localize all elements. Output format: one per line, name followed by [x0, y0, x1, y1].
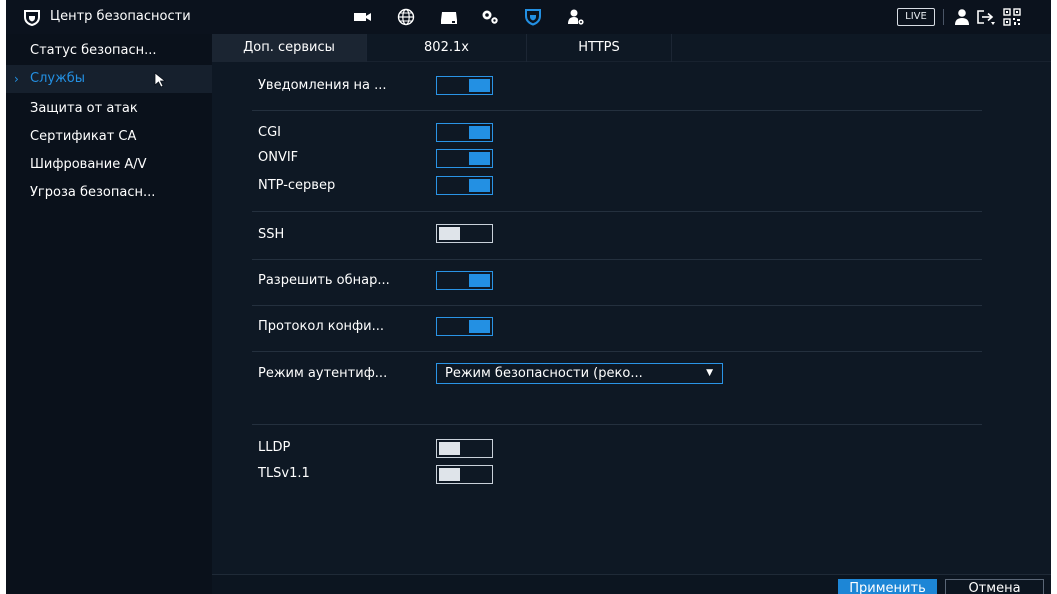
divider	[252, 110, 982, 111]
settings-icon[interactable]	[480, 8, 500, 26]
dropdown-arrow-icon: ▼	[706, 368, 713, 378]
toggle-knob	[439, 442, 460, 455]
cgi-label: CGI	[258, 125, 281, 140]
camera-icon[interactable]	[353, 8, 373, 26]
sidebar: Статус безопасн... › Службы Защита от ат…	[6, 34, 212, 594]
ssh-toggle[interactable]	[436, 224, 493, 243]
tls-label: TLSv1.1	[258, 466, 310, 481]
apply-button[interactable]: Применить	[838, 579, 937, 594]
allow-discovery-label: Разрешить обнар...	[258, 273, 390, 288]
mouse-pointer-icon	[154, 72, 167, 88]
divider	[252, 305, 982, 306]
auth-mode-label: Режим аутентиф...	[258, 366, 388, 381]
account-settings-icon[interactable]	[566, 8, 586, 26]
divider	[252, 259, 982, 260]
onvif-toggle[interactable]	[436, 149, 493, 168]
toolbar-separator	[943, 9, 944, 25]
divider	[252, 351, 982, 352]
tab-https[interactable]: HTTPS	[527, 34, 672, 62]
auth-mode-value: Режим безопасности (реко...	[445, 366, 643, 381]
divider	[252, 211, 982, 212]
toggle-knob	[469, 320, 490, 333]
notifications-toggle[interactable]	[436, 76, 493, 95]
sidebar-item-security-status[interactable]: Статус безопасн...	[6, 37, 212, 65]
page-title: Центр безопасности	[50, 9, 191, 24]
live-view-button[interactable]: LIVE	[897, 8, 935, 26]
globe-icon[interactable]	[396, 8, 416, 26]
cgi-toggle[interactable]	[436, 123, 493, 142]
sidebar-item-label: Сертификат CA	[30, 129, 137, 144]
logout-icon[interactable]	[976, 8, 996, 26]
ntp-server-label: NTP-сервер	[258, 178, 336, 193]
sidebar-item-attack-protection[interactable]: Защита от атак	[6, 95, 212, 123]
sidebar-item-label: Статус безопасн...	[30, 43, 157, 58]
qr-code-icon[interactable]	[1002, 8, 1022, 26]
tls-toggle[interactable]	[436, 465, 493, 484]
toggle-knob	[469, 79, 490, 92]
storage-icon[interactable]	[439, 8, 459, 26]
config-protocol-toggle[interactable]	[436, 317, 493, 336]
sidebar-item-ca-certificate[interactable]: Сертификат CA	[6, 123, 212, 151]
toggle-knob	[439, 227, 460, 240]
user-icon[interactable]	[952, 8, 972, 26]
security-shield-logo-icon	[24, 10, 40, 26]
lldp-toggle[interactable]	[436, 439, 493, 458]
sidebar-item-label: Шифрование A/V	[30, 157, 147, 172]
toggle-knob	[469, 126, 490, 139]
top-bar: Центр безопасности LIVE	[6, 0, 1051, 34]
tab-bar: Доп. сервисы 802.1x HTTPS	[212, 34, 1051, 62]
allow-discovery-toggle[interactable]	[436, 271, 493, 290]
sidebar-item-label: Службы	[30, 71, 86, 86]
security-shield-icon[interactable]	[523, 8, 543, 26]
chevron-right-icon: ›	[14, 72, 19, 86]
toggle-knob	[469, 274, 490, 287]
app-window: Центр безопасности LIVE Статус безопасн.…	[6, 0, 1051, 594]
sidebar-item-label: Угроза безопасн...	[30, 185, 156, 200]
toggle-knob	[439, 468, 460, 481]
tab-802-1x[interactable]: 802.1x	[367, 34, 527, 62]
tab-additional-services[interactable]: Доп. сервисы	[212, 34, 367, 62]
footer-bar: Применить Отмена	[212, 574, 1051, 594]
cancel-button[interactable]: Отмена	[945, 579, 1044, 594]
lldp-label: LLDP	[258, 440, 291, 455]
auth-mode-select[interactable]: Режим безопасности (реко... ▼	[436, 363, 723, 384]
sidebar-item-av-encryption[interactable]: Шифрование A/V	[6, 151, 212, 179]
onvif-label: ONVIF	[258, 150, 299, 165]
ssh-label: SSH	[258, 227, 285, 242]
sidebar-item-label: Защита от атак	[30, 101, 138, 116]
services-settings-panel: Уведомления на ... CGI ONVIF NTP-сервер …	[212, 62, 1051, 594]
ntp-server-toggle[interactable]	[436, 176, 493, 195]
config-protocol-label: Протокол конфи...	[258, 319, 385, 334]
sidebar-item-security-threat[interactable]: Угроза безопасн...	[6, 179, 212, 207]
notifications-label: Уведомления на ...	[258, 78, 387, 93]
sidebar-item-services[interactable]: › Службы	[6, 65, 212, 93]
toggle-knob	[469, 152, 490, 165]
toggle-knob	[469, 179, 490, 192]
divider	[252, 424, 982, 425]
